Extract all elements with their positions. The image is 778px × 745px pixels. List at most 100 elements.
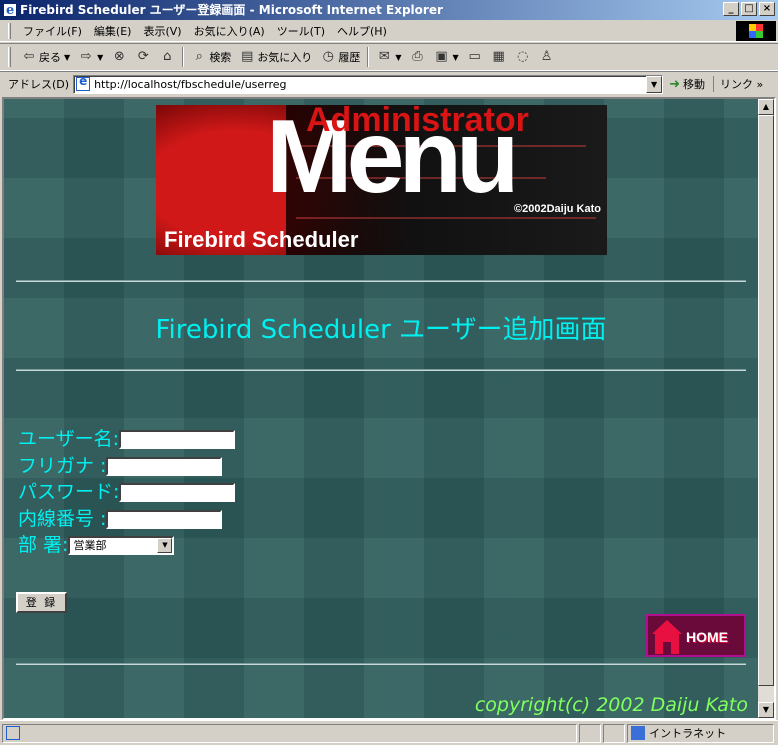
status-bar: イントラネット [0, 720, 778, 745]
go-button[interactable]: ➜ 移動 [669, 76, 705, 92]
intranet-zone-icon [631, 726, 646, 740]
banner-administrator-text: Administrator [306, 105, 529, 139]
furigana-label: フリガナ : [18, 455, 107, 477]
scroll-thumb[interactable] [758, 115, 774, 686]
address-dropdown-icon[interactable]: ▼ [646, 75, 663, 93]
history-label: 履歴 [338, 51, 361, 64]
forward-button[interactable]: ⇨ ▼ [74, 46, 107, 68]
print-icon: ⎙ [412, 49, 423, 64]
stop-icon: ⊗ [113, 49, 125, 64]
divider-middle [16, 369, 746, 371]
title-bar: Firebird Scheduler ユーザー登録画面 - Microsoft … [0, 0, 778, 21]
status-pane [603, 723, 626, 743]
password-input[interactable] [119, 483, 236, 502]
refresh-icon: ⟳ [137, 49, 149, 64]
toolbar-separator [182, 47, 185, 67]
address-url[interactable]: http://localhost/fbschedule/userreg [94, 78, 286, 91]
back-arrow-icon: ⇦ [23, 49, 35, 64]
maximize-button[interactable]: □ [741, 2, 757, 16]
search-label: 検索 [209, 51, 232, 64]
extension-input[interactable] [106, 510, 223, 529]
department-label: 部 署: [18, 534, 69, 556]
ie-icon [3, 1, 17, 21]
scroll-up-icon[interactable]: ▲ [758, 99, 774, 115]
menu-file[interactable]: ファイル(F) [17, 23, 88, 39]
favorites-button[interactable]: ▤ お気に入り [235, 46, 316, 68]
back-dropdown-icon[interactable]: ▼ [64, 53, 70, 62]
username-label: ユーザー名: [18, 428, 120, 450]
print-button[interactable]: ⎙ [405, 46, 429, 68]
divider-bottom [16, 663, 746, 665]
address-label: アドレス(D) [8, 78, 70, 91]
chevron-down-icon[interactable]: ▼ [157, 538, 173, 553]
department-row: 部 署: 営業部 ▼ [18, 534, 175, 556]
mail-icon: ✉ [378, 49, 390, 64]
extension-label: 内線番号 : [18, 508, 107, 530]
home-button[interactable]: HOME [646, 614, 746, 657]
back-label: 戻る [39, 51, 61, 64]
document-icon: ▭ [468, 49, 481, 64]
research-button[interactable]: ▦ [487, 46, 511, 68]
mail-button[interactable]: ✉ ▼ [372, 46, 405, 68]
menu-edit[interactable]: 編集(E) [88, 23, 138, 39]
menu-view[interactable]: 表示(V) [137, 23, 187, 39]
toolbar-separator-2 [367, 47, 370, 67]
edit-dropdown-icon[interactable]: ▼ [452, 53, 458, 62]
document-button[interactable]: ▭ [463, 46, 487, 68]
forward-arrow-icon: ⇨ [80, 49, 92, 64]
minimize-button[interactable]: _ [723, 2, 739, 16]
close-button[interactable]: × [759, 2, 775, 16]
go-label: 移動 [682, 78, 705, 91]
status-pane [579, 723, 602, 743]
password-label: パスワード: [18, 481, 120, 503]
history-icon: ◷ [322, 49, 334, 64]
forward-dropdown-icon[interactable]: ▼ [97, 53, 103, 62]
browser-window: Firebird Scheduler ユーザー登録画面 - Microsoft … [0, 0, 778, 745]
history-button[interactable]: ◷ 履歴 [316, 46, 364, 68]
address-input[interactable]: http://localhost/fbschedule/userreg ▼ [73, 74, 664, 94]
page-copyright: copyright(c) 2002 Daiju Kato [474, 694, 748, 716]
address-bar: アドレス(D) http://localhost/fbschedule/user… [0, 71, 778, 96]
home-icon: ⌂ [163, 49, 172, 64]
messenger-button[interactable]: ♙ [535, 46, 559, 68]
favorites-folder-icon: ▤ [241, 49, 254, 64]
banner-copyright: ©2002Daiju Kato [514, 203, 601, 215]
messenger-icon: ♙ [540, 49, 553, 64]
furigana-row: フリガナ : [18, 455, 223, 477]
research-icon: ▦ [492, 49, 505, 64]
window-controls: _ □ × [723, 2, 775, 16]
search-button[interactable]: ⌕ 検索 [187, 46, 235, 68]
menu-help[interactable]: ヘルプ(H) [331, 23, 393, 39]
scroll-down-icon[interactable]: ▼ [758, 702, 774, 718]
menubar-grip[interactable] [8, 22, 11, 39]
favorites-label: お気に入り [257, 51, 313, 64]
links-button[interactable]: リンク » [712, 76, 763, 92]
refresh-button[interactable]: ⟳ [131, 46, 155, 68]
toolbar: ⇦ 戻る ▼ ⇨ ▼ ⊗ ⟳ ⌂ ⌕ 検索 ▤ お気に入り ◷ 履歴 ✉ ▼ ⎙… [0, 43, 778, 71]
content-frame: Menu Administrator ©2002Daiju Kato Fireb… [2, 97, 776, 720]
windows-logo-icon [736, 21, 776, 41]
search-icon: ⌕ [195, 49, 203, 64]
username-input[interactable] [119, 430, 236, 449]
mail-dropdown-icon[interactable]: ▼ [395, 53, 401, 62]
menu-favorites[interactable]: お気に入り(A) [188, 23, 271, 39]
page-icon [76, 74, 91, 91]
discuss-icon: ◌ [516, 49, 529, 64]
edit-button[interactable]: ▣ ▼ [429, 46, 462, 68]
back-button[interactable]: ⇦ 戻る ▼ [17, 46, 74, 68]
furigana-input[interactable] [106, 457, 223, 476]
status-main [2, 723, 578, 743]
vertical-scrollbar[interactable]: ▲ ▼ [758, 99, 774, 718]
discuss-button[interactable]: ◌ [511, 46, 535, 68]
home-toolbar-button[interactable]: ⌂ [155, 46, 179, 68]
status-zone: イントラネット [627, 723, 774, 743]
house-icon [652, 620, 682, 654]
department-select[interactable]: 営業部 ▼ [68, 536, 175, 555]
register-button[interactable]: 登 録 [16, 592, 67, 613]
toolbar-grip[interactable] [8, 47, 11, 67]
home-label: HOME [686, 629, 728, 645]
zone-label: イントラネット [649, 727, 727, 740]
go-arrow-icon: ➜ [669, 76, 680, 92]
stop-button[interactable]: ⊗ [107, 46, 131, 68]
menu-tools[interactable]: ツール(T) [271, 23, 331, 39]
